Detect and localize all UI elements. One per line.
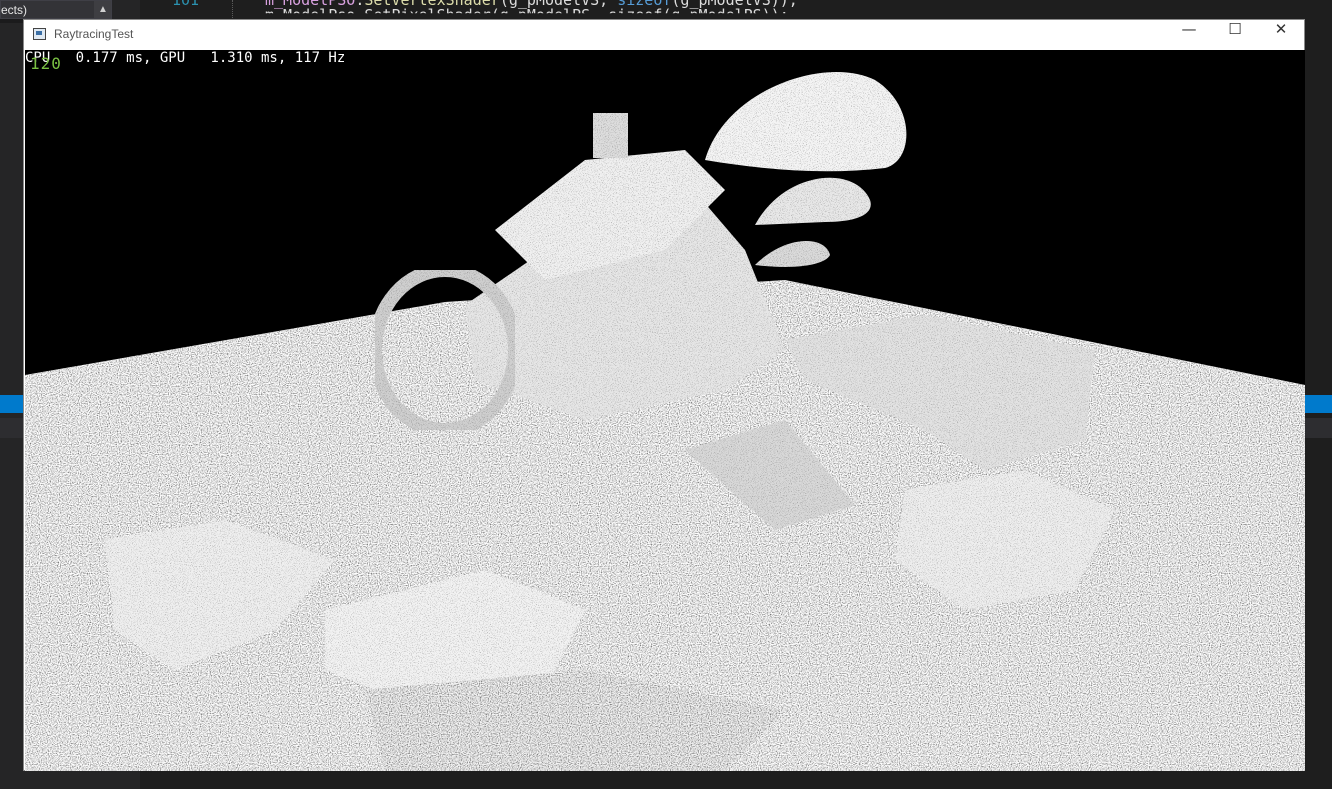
indent-guide	[232, 0, 234, 20]
ide-tab-strip-left	[0, 418, 24, 438]
fps-counter: 120	[30, 54, 62, 73]
raytracing-window[interactable]: RaytracingTest — ☐ ✕ CPU 0.177 ms, GPU 1…	[23, 19, 1305, 771]
window-title: RaytracingTest	[54, 27, 134, 41]
render-viewport[interactable]: CPU 0.177 ms, GPU 1.310 ms, 117 Hz 120	[25, 50, 1305, 771]
project-dropdown[interactable]: ects) ▲	[0, 0, 112, 19]
scroll-up-arrow-icon[interactable]: ▲	[94, 1, 111, 18]
maximize-icon[interactable]: ☐	[1212, 20, 1258, 50]
project-dropdown-label: ects)	[1, 3, 28, 17]
ide-status-bar-left	[0, 395, 24, 413]
raytraced-scene	[25, 50, 1305, 771]
minimize-icon[interactable]: —	[1166, 20, 1212, 50]
ide-tab-strip-right	[1304, 418, 1332, 438]
line-number: 101	[172, 0, 200, 9]
app-window-icon	[33, 28, 46, 40]
performance-stats: CPU 0.177 ms, GPU 1.310 ms, 117 Hz	[25, 50, 346, 66]
ide-status-bar-right	[1304, 395, 1332, 413]
close-icon[interactable]: ✕	[1258, 20, 1304, 50]
window-titlebar[interactable]: RaytracingTest — ☐ ✕	[24, 20, 1304, 50]
chimney	[593, 113, 628, 158]
